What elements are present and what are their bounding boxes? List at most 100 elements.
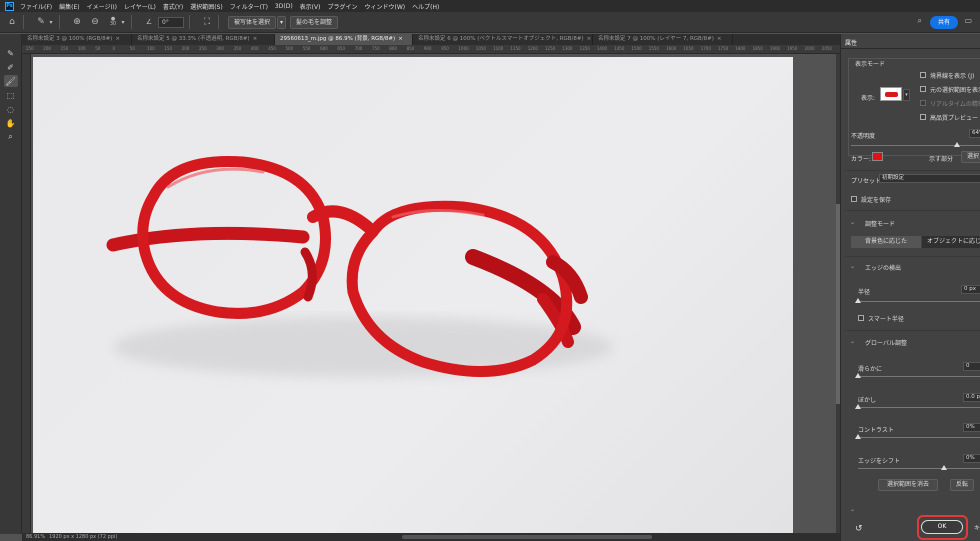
overlay-color-swatch[interactable] — [872, 152, 883, 161]
opacity-slider[interactable] — [851, 142, 980, 147]
object-aware-mode-button[interactable]: オブジェクトに応じた — [922, 236, 980, 248]
global-refine-heading[interactable]: グローバル調整 — [865, 338, 907, 347]
smart-radius-checkbox[interactable] — [858, 315, 864, 321]
tab-document-3[interactable]: 名称未設定 3 @ 100% (RGB/8#) × — [22, 34, 132, 45]
tab-document-5[interactable]: 名称未設定 5 @ 33.3% (不透過明, RGB/8#) × — [132, 34, 275, 45]
chevron-down-icon[interactable]: ▾ — [48, 16, 54, 28]
ruler-tick-label: 1300 — [562, 46, 573, 51]
canvas-area[interactable] — [31, 54, 836, 535]
workspace-icon[interactable]: ▭ — [964, 16, 972, 25]
vertical-ruler — [22, 54, 31, 534]
show-original-checkbox[interactable] — [920, 86, 926, 92]
photoshop-logo-icon[interactable]: Ps — [5, 1, 14, 11]
chevron-down-icon[interactable]: ▾ — [120, 16, 126, 28]
close-icon[interactable]: × — [253, 36, 258, 42]
color-aware-mode-button[interactable]: 背景色に応じた — [851, 236, 921, 248]
home-icon[interactable]: ⌂ — [6, 16, 18, 28]
view-mode-heading: 表示モード — [855, 61, 886, 68]
slider-knob[interactable] — [954, 142, 960, 147]
invert-button[interactable]: 反転 — [950, 479, 974, 491]
chevron-down-icon[interactable]: ⌄ — [850, 506, 855, 513]
add-to-selection-icon[interactable]: ⊕ — [71, 16, 83, 28]
feather-input[interactable]: 0.0 px — [963, 393, 980, 402]
object-selection-tool-icon[interactable]: ⬚ — [4, 89, 18, 101]
realtime-refine-checkbox[interactable] — [920, 100, 926, 106]
menu-window[interactable]: ウィンドウ(W) — [364, 2, 405, 11]
angle-input[interactable]: 0° — [158, 16, 184, 28]
close-icon[interactable]: × — [717, 36, 722, 42]
select-subject-button[interactable]: 被写体を選択 — [228, 15, 277, 29]
slider-knob[interactable] — [855, 434, 861, 439]
ruler-tick-label: 950 — [441, 46, 449, 51]
zoom-level[interactable]: 86.91% — [26, 534, 45, 540]
opacity-input[interactable]: 64% — [969, 129, 980, 138]
ruler-tick-label: 2000 — [804, 46, 815, 51]
menu-plugins[interactable]: プラグイン — [327, 2, 357, 11]
menu-select[interactable]: 選択範囲(S) — [190, 2, 223, 11]
hand-tool-icon[interactable]: ✋ — [4, 117, 18, 129]
quick-selection-tool-icon[interactable]: ✎ — [4, 47, 18, 59]
ruler-tick-label: 100 — [147, 46, 155, 51]
sample-all-layers-icon[interactable]: ⛶ — [201, 16, 213, 28]
chevron-down-icon[interactable]: ⌄ — [850, 219, 855, 226]
properties-tab[interactable]: 属性 — [845, 38, 857, 47]
contrast-input[interactable]: 0% — [963, 423, 980, 432]
remember-settings-checkbox[interactable] — [851, 196, 857, 202]
menu-help[interactable]: ヘルプ(H) — [412, 2, 439, 11]
reset-icon[interactable]: ↺ — [855, 524, 863, 534]
brush-tool-icon[interactable]: 🖌 — [3, 75, 18, 87]
share-button[interactable]: 共有 — [930, 16, 958, 29]
preset-dropdown[interactable]: 初期設定 — [879, 174, 980, 183]
chevron-down-icon[interactable]: ▾ — [903, 89, 910, 101]
close-icon[interactable]: × — [587, 36, 592, 42]
menu-image[interactable]: イメージ(I) — [87, 2, 117, 11]
zoom-tool-icon[interactable]: ⌕ — [4, 131, 18, 143]
menu-layer[interactable]: レイヤー(L) — [124, 2, 156, 11]
lasso-tool-icon[interactable]: ◌ — [4, 103, 18, 115]
tab-29560613-jpg[interactable]: 29560613_m.jpg @ 86.9% (背景, RGB/8#) × — [275, 34, 413, 45]
edge-detection-heading[interactable]: エッジの検出 — [865, 263, 901, 272]
show-original-label: 元の選択範囲を表示 — [930, 87, 980, 94]
slider-knob[interactable] — [855, 404, 861, 409]
contrast-slider[interactable] — [855, 434, 980, 439]
smooth-input[interactable]: 0 — [963, 362, 980, 371]
document-canvas[interactable] — [33, 57, 793, 535]
tab-document-6[interactable]: 名称未設定 6 @ 100% (ベクトルスマートオブジェクト, RGB/8#) × — [413, 34, 593, 45]
refine-hair-button[interactable]: 髪の毛を調整 — [290, 15, 339, 29]
menu-file[interactable]: ファイル(F) — [20, 2, 52, 11]
ok-button[interactable]: OK — [921, 520, 963, 534]
chevron-down-icon[interactable]: ⌄ — [850, 338, 855, 345]
view-mode-thumbnail[interactable] — [880, 87, 902, 101]
feather-slider[interactable] — [855, 404, 980, 409]
slider-knob[interactable] — [855, 298, 861, 303]
radius-slider[interactable] — [855, 298, 980, 303]
refine-radius-tool-icon[interactable]: ✐ — [4, 61, 18, 73]
menu-3d[interactable]: 3D(D) — [275, 3, 293, 10]
adjust-mode-heading[interactable]: 調整モード — [865, 219, 895, 228]
brush-size-icon[interactable]: ● 30 — [107, 16, 119, 28]
chevron-down-icon[interactable]: ⌄ — [850, 263, 855, 270]
shift-edge-slider[interactable] — [858, 465, 980, 470]
menu-edit[interactable]: 編集(E) — [59, 2, 79, 11]
radius-input[interactable]: 0 px — [961, 285, 980, 294]
show-edges-checkbox[interactable] — [920, 72, 926, 78]
indicates-selected-button[interactable]: 選択 — [961, 151, 980, 163]
slider-knob[interactable] — [855, 373, 861, 378]
tab-document-7[interactable]: 名称未設定 7 @ 100% (レイヤー 7, RGB/8#) × — [593, 34, 733, 45]
subtract-from-selection-icon[interactable]: ⊖ — [89, 16, 101, 28]
menu-type[interactable]: 書式(Y) — [163, 2, 183, 11]
cancel-button[interactable]: キ — [974, 523, 980, 532]
smooth-slider[interactable] — [855, 373, 980, 378]
close-icon[interactable]: × — [115, 36, 120, 42]
high-quality-preview-checkbox[interactable] — [920, 114, 926, 120]
close-icon[interactable]: × — [398, 36, 403, 42]
horizontal-scrollbar[interactable] — [402, 535, 652, 539]
select-subject-dropdown[interactable]: ▾ — [277, 15, 287, 29]
search-icon[interactable]: ⌕ — [918, 16, 922, 26]
shift-edge-input[interactable]: 0% — [963, 454, 980, 463]
slider-knob[interactable] — [941, 465, 947, 470]
menu-view[interactable]: 表示(V) — [300, 2, 321, 11]
clear-selection-button[interactable]: 選択範囲を消去 — [878, 479, 938, 491]
quick-selection-tool-icon[interactable]: ✎ — [35, 16, 47, 28]
menu-filter[interactable]: フィルター(T) — [230, 2, 268, 11]
